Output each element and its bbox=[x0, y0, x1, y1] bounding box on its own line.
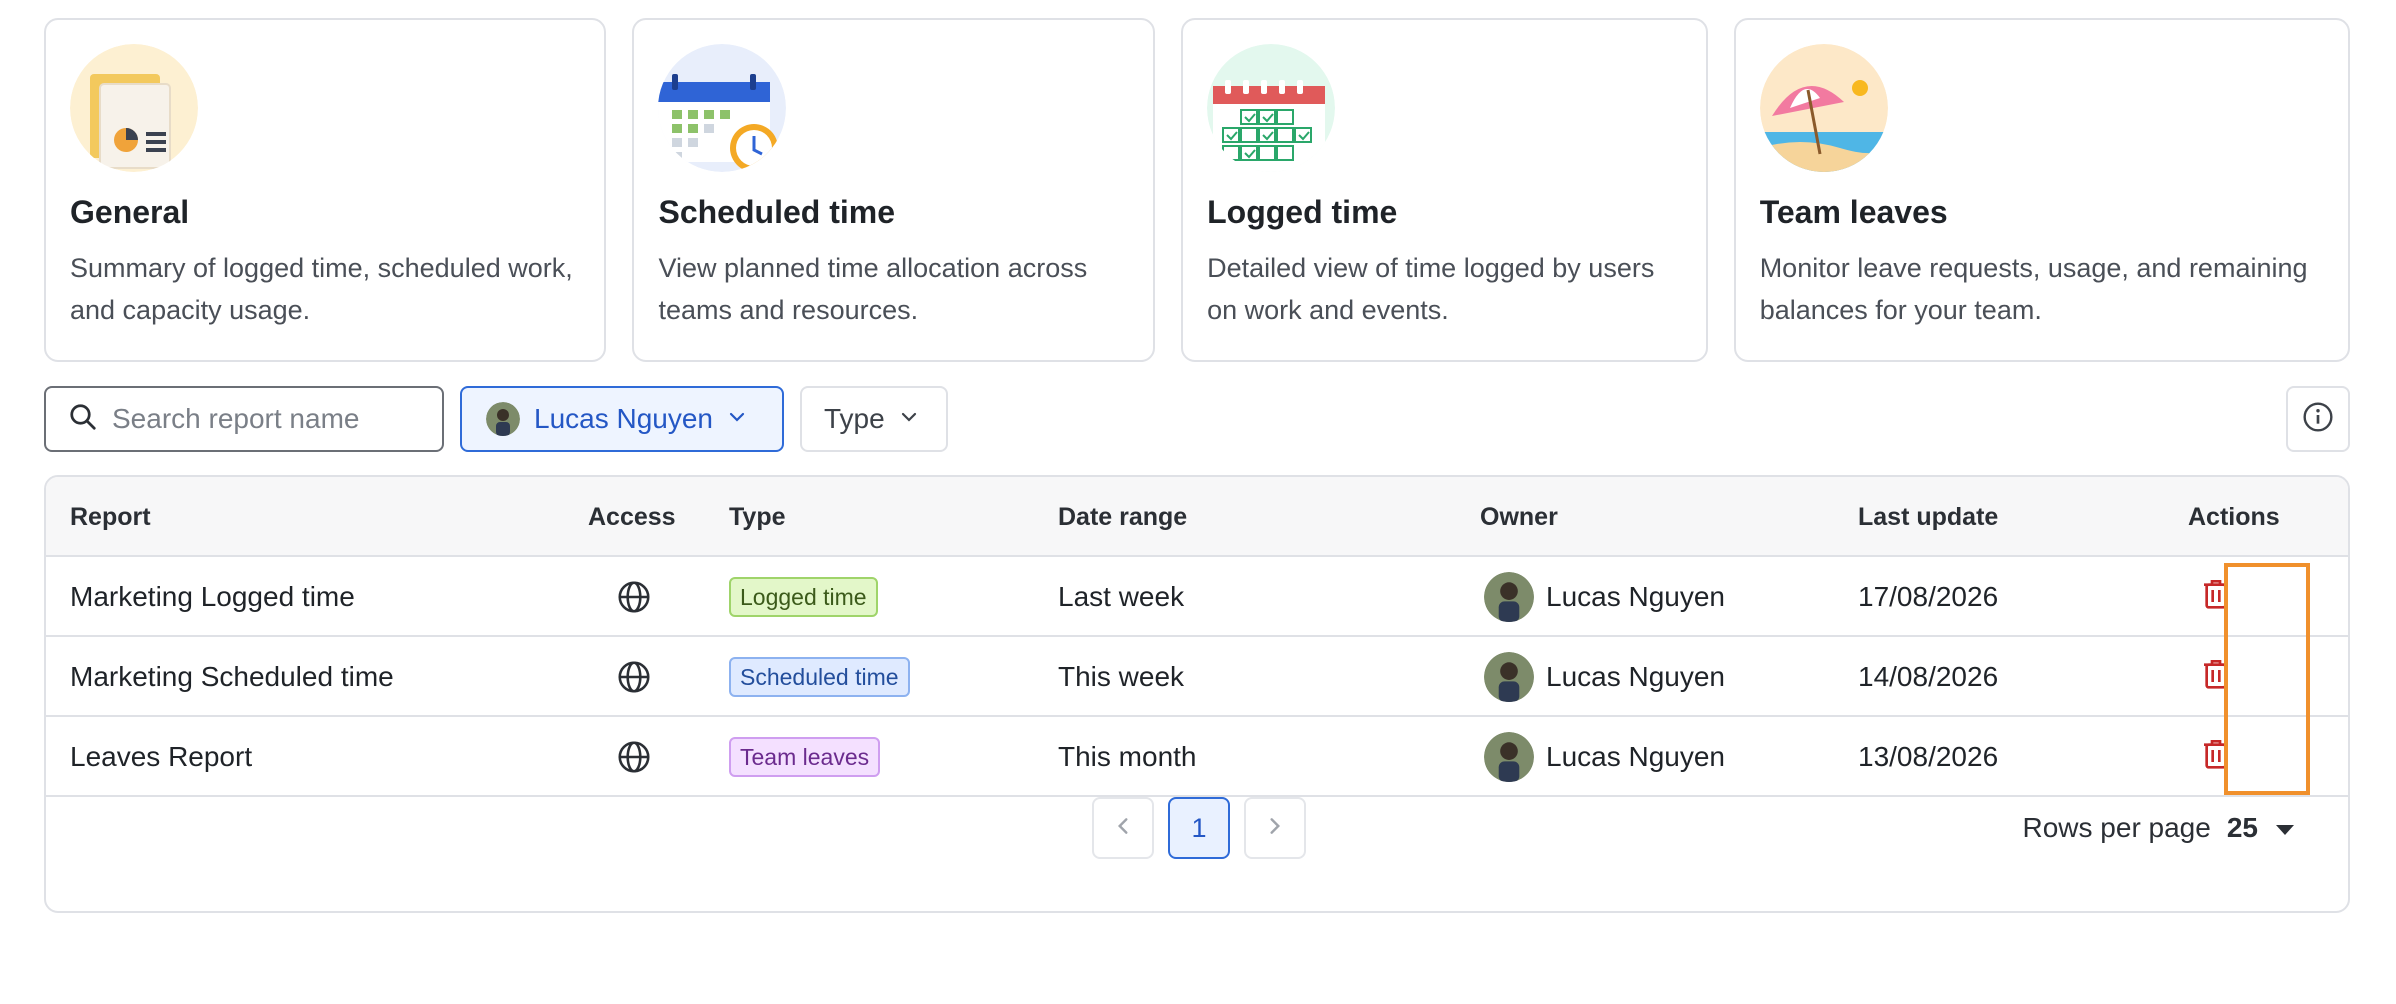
avatar bbox=[486, 402, 520, 436]
card-description: View planned time allocation across team… bbox=[658, 253, 1088, 325]
previous-page-button[interactable] bbox=[1092, 797, 1154, 859]
last-update: 17/08/2026 bbox=[1858, 581, 1999, 612]
owner-filter-label: Lucas Nguyen bbox=[534, 403, 714, 434]
reports-table: Report Access Type Date range Owner Last… bbox=[44, 475, 2350, 913]
card-title: Scheduled time bbox=[658, 194, 895, 230]
card-general[interactable]: General Summary of logged time, schedule… bbox=[44, 18, 607, 362]
date-range: Last week bbox=[1058, 581, 1185, 612]
column-header-date-range: Date range bbox=[1058, 503, 1188, 531]
trash-icon bbox=[2200, 656, 2232, 699]
report-name: Marketing Logged time bbox=[70, 581, 355, 612]
report-name: Leaves Report bbox=[70, 741, 253, 772]
search-box[interactable] bbox=[44, 386, 444, 452]
last-update: 13/08/2026 bbox=[1858, 741, 1999, 772]
next-page-button[interactable] bbox=[1244, 797, 1306, 859]
card-team-leaves[interactable]: Team leaves Monitor leave requests, usag… bbox=[1733, 18, 2351, 362]
owner: Lucas Nguyen bbox=[1484, 637, 1725, 717]
type-badge: Scheduled time bbox=[729, 657, 910, 697]
delete-button[interactable] bbox=[2188, 729, 2244, 785]
actions-cell bbox=[2188, 717, 2244, 797]
column-header-report: Report bbox=[70, 503, 151, 531]
info-icon bbox=[2302, 401, 2334, 438]
type-filter-dropdown[interactable]: Type bbox=[800, 386, 948, 452]
card-description: Monitor leave requests, usage, and remai… bbox=[1759, 253, 2308, 325]
table-row[interactable]: Marketing Logged time Logged time Last w… bbox=[46, 557, 2348, 637]
page-button-current[interactable]: 1 bbox=[1168, 797, 1230, 859]
avatar bbox=[1484, 652, 1534, 702]
card-scheduled-time[interactable]: Scheduled time View planned time allocat… bbox=[632, 18, 1156, 362]
info-button[interactable] bbox=[2286, 386, 2350, 452]
trash-icon bbox=[2200, 576, 2232, 619]
card-logged-time[interactable]: Logged time Detailed view of time logged… bbox=[1181, 18, 1708, 362]
search-icon bbox=[68, 402, 98, 437]
card-title: General bbox=[70, 194, 190, 230]
owner: Lucas Nguyen bbox=[1484, 717, 1725, 797]
card-description: Detailed view of time logged by users on… bbox=[1207, 253, 1655, 325]
actions-cell bbox=[2188, 557, 2244, 637]
column-header-type: Type bbox=[729, 503, 786, 531]
rows-per-page-label: Rows per page bbox=[2022, 812, 2211, 843]
card-title: Team leaves bbox=[1759, 194, 1948, 230]
date-range: This month bbox=[1058, 741, 1197, 772]
card-description: Summary of logged time, scheduled work, … bbox=[70, 253, 573, 325]
calendar-check-illustration bbox=[1207, 44, 1336, 172]
type-filter-label: Type bbox=[824, 403, 885, 434]
beach-umbrella-illustration bbox=[1759, 44, 1888, 172]
column-header-last-update: Last update bbox=[1858, 503, 1999, 531]
last-update: 14/08/2026 bbox=[1858, 661, 1999, 692]
owner-name: Lucas Nguyen bbox=[1546, 581, 1726, 612]
date-range: This week bbox=[1058, 661, 1185, 692]
report-type-cards: General Summary of logged time, schedule… bbox=[44, 18, 2351, 362]
report-name: Marketing Scheduled time bbox=[70, 661, 394, 692]
calendar-clock-illustration bbox=[658, 44, 787, 172]
caret-down-icon[interactable] bbox=[2274, 812, 2296, 844]
column-header-actions: Actions bbox=[2188, 503, 2280, 531]
column-header-access: Access bbox=[588, 503, 676, 531]
report-toolbar: Lucas Nguyen Type bbox=[44, 386, 2350, 452]
owner-name: Lucas Nguyen bbox=[1546, 661, 1726, 692]
chevron-down-icon bbox=[727, 407, 747, 432]
owner-name: Lucas Nguyen bbox=[1546, 741, 1726, 772]
globe-icon bbox=[616, 637, 652, 717]
globe-icon bbox=[616, 717, 652, 797]
owner-filter-dropdown[interactable]: Lucas Nguyen bbox=[460, 386, 784, 452]
card-title: Logged time bbox=[1207, 194, 1398, 230]
delete-button[interactable] bbox=[2188, 569, 2244, 625]
type-badge: Logged time bbox=[729, 577, 878, 617]
trash-icon bbox=[2200, 736, 2232, 779]
rows-per-page: Rows per page 25 bbox=[2023, 797, 2297, 859]
globe-icon bbox=[616, 557, 652, 637]
rows-per-page-select[interactable]: 25 bbox=[2227, 812, 2258, 844]
column-header-owner: Owner bbox=[1480, 503, 1558, 531]
chevron-left-icon bbox=[1112, 815, 1134, 842]
owner: Lucas Nguyen bbox=[1484, 557, 1725, 637]
report-documents-illustration bbox=[70, 44, 198, 172]
search-input[interactable] bbox=[112, 403, 432, 435]
chevron-down-icon bbox=[899, 407, 919, 432]
avatar bbox=[1484, 732, 1534, 782]
pagination: 1 Rows per page 25 bbox=[46, 797, 2348, 861]
table-header: Report Access Type Date range Owner Last… bbox=[46, 477, 2348, 557]
actions-cell bbox=[2188, 637, 2244, 717]
table-row[interactable]: Marketing Scheduled time Scheduled time … bbox=[46, 637, 2348, 717]
delete-button[interactable] bbox=[2188, 649, 2244, 705]
avatar bbox=[1484, 572, 1534, 622]
chevron-right-icon bbox=[1264, 815, 1286, 842]
table-row[interactable]: Leaves Report Team leaves This month Luc… bbox=[46, 717, 2348, 797]
type-badge: Team leaves bbox=[729, 737, 881, 777]
